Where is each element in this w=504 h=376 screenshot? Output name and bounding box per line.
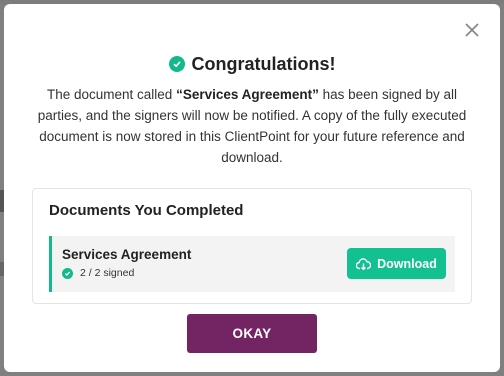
signature-status: 2 / 2 signed	[62, 267, 134, 279]
confirmation-message: The document called “Services Agreement”…	[28, 84, 476, 168]
close-icon[interactable]	[462, 20, 482, 40]
check-circle-icon	[62, 267, 73, 279]
document-row: Services Agreement 2 / 2 signed Download	[49, 236, 455, 292]
document-name: Services Agreement	[62, 247, 192, 262]
card-title: Documents You Completed	[49, 202, 244, 219]
completed-documents-card: Documents You Completed Services Agreeme…	[32, 188, 472, 304]
download-button[interactable]: Download	[347, 248, 446, 279]
check-circle-icon	[168, 56, 185, 72]
download-label: Download	[377, 256, 437, 271]
cloud-download-icon	[356, 257, 372, 270]
message-prefix: The document called	[46, 87, 177, 102]
document-name-highlight: “Services Agreement”	[176, 87, 319, 102]
signature-count: 2 / 2 signed	[80, 267, 135, 279]
completion-modal: Congratulations! The document called “Se…	[4, 4, 500, 372]
modal-title: Congratulations!	[191, 53, 336, 74]
modal-header: Congratulations!	[4, 50, 500, 78]
okay-button[interactable]: OKAY	[187, 314, 317, 353]
